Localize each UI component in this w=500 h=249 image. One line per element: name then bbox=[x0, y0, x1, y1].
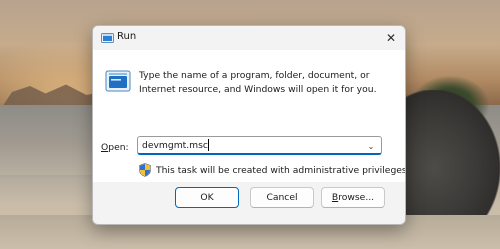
cancel-button[interactable]: Cancel bbox=[250, 187, 314, 208]
open-label-rest: pen: bbox=[108, 142, 129, 153]
text-caret bbox=[208, 139, 209, 151]
dialog-content: Type the name of a program, folder, docu… bbox=[93, 50, 405, 182]
dialog-footer: OK Cancel Browse... bbox=[93, 182, 405, 224]
close-icon: ✕ bbox=[385, 31, 397, 45]
open-input[interactable] bbox=[142, 139, 357, 152]
browse-label-rest: rowse... bbox=[338, 192, 375, 203]
run-icon bbox=[101, 33, 114, 43]
admin-notice: This task will be created with administr… bbox=[139, 163, 406, 177]
wallpaper-rocks bbox=[390, 90, 500, 220]
open-combobox[interactable]: ⌄ bbox=[137, 136, 382, 155]
ok-button[interactable]: OK bbox=[175, 187, 239, 208]
run-description: Type the name of a program, folder, docu… bbox=[139, 70, 377, 95]
run-dialog: Run ✕ Type the name of a program, folder… bbox=[92, 25, 406, 225]
close-button[interactable]: ✕ bbox=[381, 29, 401, 47]
title-bar[interactable]: Run ✕ bbox=[93, 26, 405, 50]
chevron-down-icon[interactable]: ⌄ bbox=[365, 140, 377, 152]
run-program-icon bbox=[105, 70, 131, 92]
browse-button[interactable]: Browse... bbox=[321, 187, 385, 208]
window-title: Run bbox=[117, 31, 137, 42]
admin-note-text: This task will be created with administr… bbox=[156, 164, 406, 176]
uac-shield-icon bbox=[139, 163, 151, 177]
open-label: Open: bbox=[101, 142, 129, 153]
